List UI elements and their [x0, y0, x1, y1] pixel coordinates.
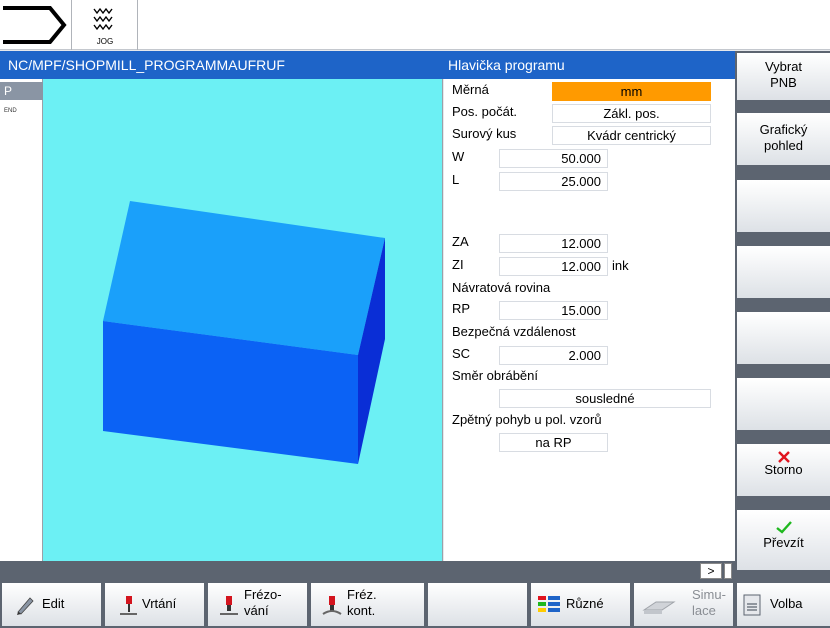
misc-button[interactable]: Různé	[531, 583, 630, 626]
zero-offset-field[interactable]: Zákl. pos.	[552, 104, 711, 123]
zi-unit: ink	[612, 258, 629, 273]
milling-line1: Frézo-	[244, 587, 282, 602]
jog-label: JOG	[96, 37, 114, 46]
contour-milling-line1: Fréz.	[347, 587, 377, 602]
za-field[interactable]: 12.000	[499, 234, 608, 253]
unit-label: Měrná	[452, 82, 489, 97]
colored-bars-icon	[538, 596, 560, 612]
simulation-button[interactable]: Simu- lace	[634, 583, 733, 626]
accept-label: Převzít	[763, 535, 804, 550]
retract-pattern-heading: Zpětný pohyb u pol. vzorů	[452, 412, 602, 427]
check-icon	[776, 521, 792, 534]
cross-icon	[778, 451, 790, 463]
safety-clearance-heading: Bezpečná vzdálenost	[452, 324, 576, 339]
w-field[interactable]: 50.000	[499, 149, 608, 168]
simulation-line2: lace	[692, 603, 716, 618]
retract-plane-heading: Návratová rovina	[452, 280, 551, 295]
machining-direction-field[interactable]: sousledné	[499, 389, 711, 408]
rp-label: RP	[452, 301, 471, 316]
horizontal-softkey-bar: Edit Vrtání Frézo- vání Fréz. kont. Různ…	[0, 581, 830, 628]
l-label: L	[452, 172, 460, 187]
jog-mode-indicator: JOG	[72, 0, 138, 50]
drilling-button[interactable]: Vrtání	[105, 583, 204, 626]
milling-label: Frézo- vání	[244, 587, 282, 619]
blank-field[interactable]: Kvádr centrický	[552, 126, 711, 145]
select-label: Volba	[770, 596, 803, 611]
machining-direction-heading: Směr obrábění	[452, 368, 538, 383]
select-button[interactable]: Volba	[737, 583, 830, 626]
arrow-right-icon	[3, 6, 67, 44]
drilling-label: Vrtání	[142, 596, 177, 611]
panel-title: Hlavička programu	[448, 57, 565, 73]
block-program-header[interactable]: P	[0, 82, 43, 100]
contour-mill-icon	[322, 596, 342, 615]
pencil-icon	[17, 597, 34, 615]
zero-offset-label: Pos. počát.	[452, 104, 518, 119]
cancel-label: Storno	[764, 462, 803, 477]
softkey-empty-6[interactable]	[737, 378, 830, 430]
title-bar: NC/MPF/SHOPMILL_PROGRAMMAUFRUF Hlavička …	[0, 51, 735, 79]
program-block-list[interactable]: P END	[0, 79, 43, 561]
program-header-form: Měrná mm Pos. počát. Zákl. pos. Surový k…	[444, 79, 735, 561]
softkey-empty-5[interactable]	[737, 312, 830, 364]
simulation-label: Simu- lace	[692, 587, 726, 619]
nc-file-icon	[743, 594, 761, 616]
sc-label: SC	[452, 346, 471, 361]
unit-field[interactable]: mm	[552, 82, 711, 101]
milling-button[interactable]: Frézo- vání	[208, 583, 307, 626]
graphic-view	[43, 79, 443, 561]
graphic-view-button[interactable]: Grafický pohled	[737, 113, 830, 165]
status-strip	[0, 561, 735, 581]
simulation-line1: Simu-	[692, 587, 726, 602]
scroll-end-button[interactable]	[724, 563, 732, 579]
select-zero-button[interactable]: Vybrat PNB	[737, 53, 830, 100]
vertical-softkey-bar: Vybrat PNB Grafický pohled Storno Převzí…	[735, 51, 830, 581]
zi-label: ZI	[452, 257, 464, 272]
jog-wave-icon	[93, 7, 113, 31]
w-label: W	[452, 149, 465, 164]
block-end[interactable]: END	[4, 108, 17, 114]
misc-label: Různé	[566, 596, 604, 611]
edit-label: Edit	[42, 596, 65, 611]
rp-field[interactable]: 15.000	[499, 301, 608, 320]
select-zero-line2: PNB	[770, 75, 797, 90]
edit-button[interactable]: Edit	[2, 583, 101, 626]
drill-icon	[120, 596, 137, 615]
program-path: NC/MPF/SHOPMILL_PROGRAMMAUFRUF	[8, 57, 285, 73]
softkey-empty-3[interactable]	[737, 180, 830, 232]
softkey-empty-4[interactable]	[737, 246, 830, 298]
sc-field[interactable]: 2.000	[499, 346, 608, 365]
top-bar: JOG	[0, 0, 830, 50]
select-zero-line1: Vybrat	[764, 59, 803, 74]
za-label: ZA	[452, 234, 469, 249]
milling-line2: vání	[244, 603, 269, 618]
contour-milling-line2: kont.	[347, 603, 376, 618]
contour-milling-label: Fréz. kont.	[347, 587, 377, 619]
retract-pattern-field[interactable]: na RP	[499, 433, 608, 452]
l-field[interactable]: 25.000	[499, 172, 608, 191]
contour-milling-button[interactable]: Fréz. kont.	[311, 583, 424, 626]
cancel-button[interactable]: Storno	[737, 444, 830, 496]
blank-3d-preview	[103, 201, 385, 464]
mill-icon	[220, 596, 238, 615]
more-button[interactable]: >	[700, 563, 722, 579]
blank-label: Surový kus	[452, 126, 517, 141]
graphic-view-line2: pohled	[763, 138, 804, 153]
empty-softkey[interactable]	[428, 583, 527, 626]
mode-indicator	[0, 0, 72, 50]
graphic-view-line1: Grafický	[759, 122, 808, 137]
simulation-icon	[642, 601, 676, 614]
accept-button[interactable]: Převzít	[737, 510, 830, 570]
zi-field[interactable]: 12.000	[499, 257, 608, 276]
